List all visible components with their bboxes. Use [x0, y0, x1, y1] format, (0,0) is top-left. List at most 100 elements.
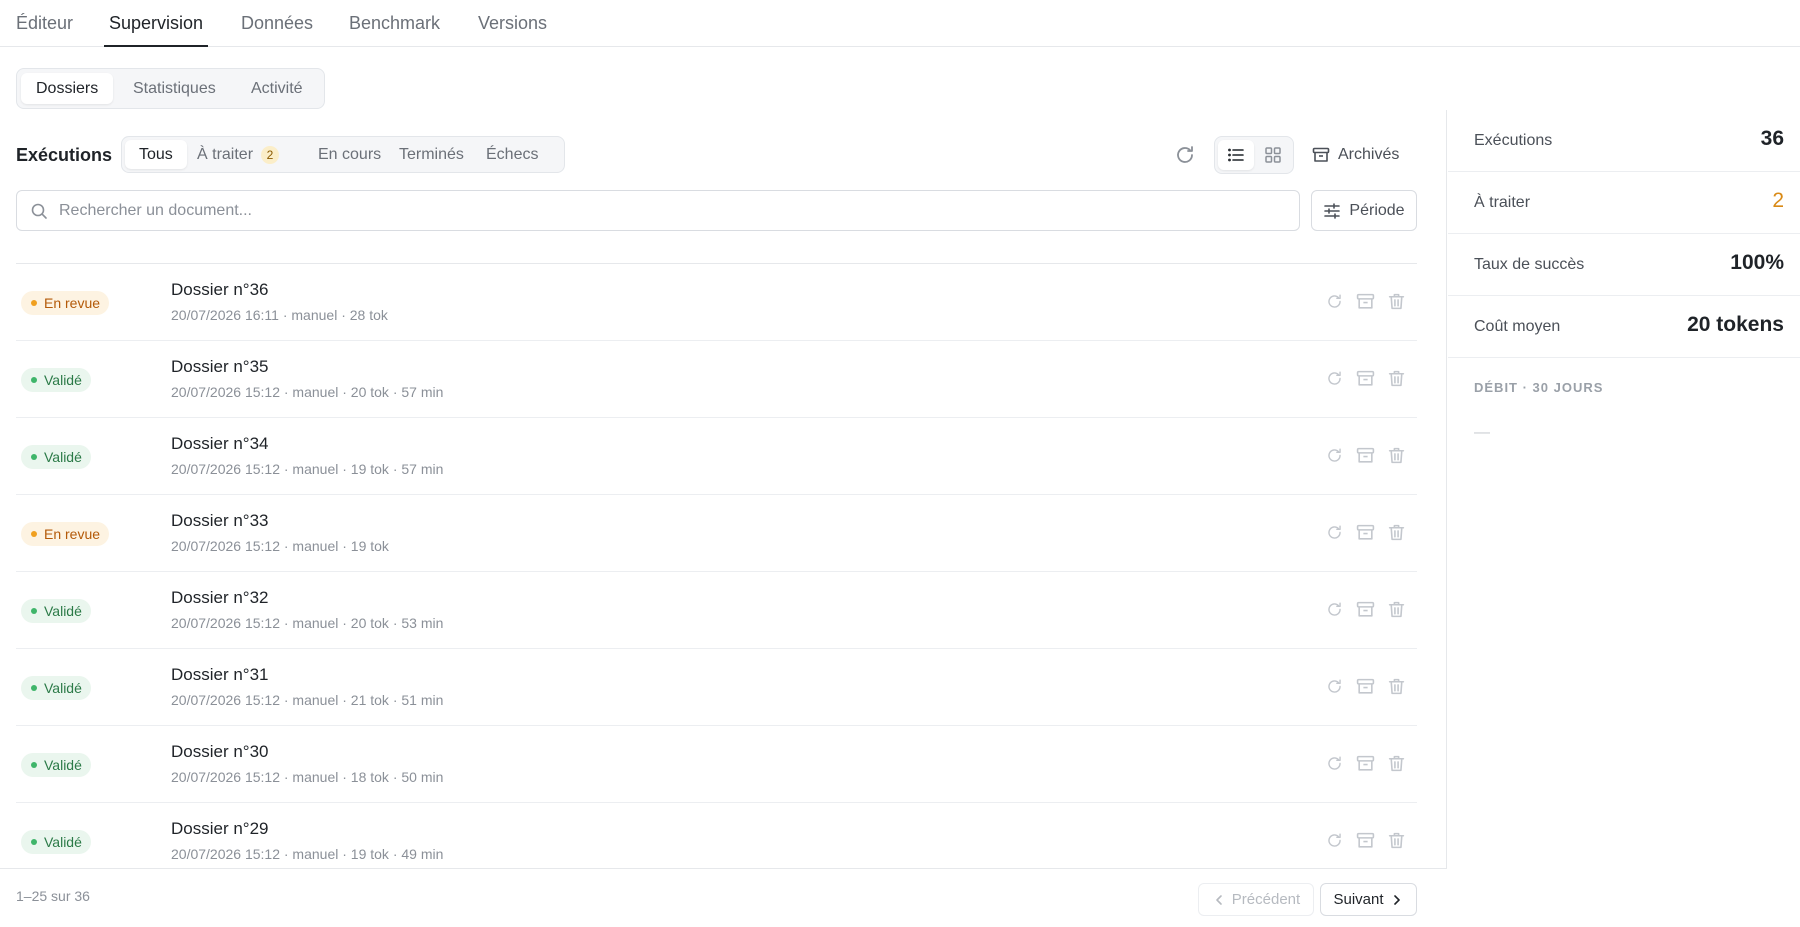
chevron-right-icon: [1393, 894, 1400, 905]
archive-button[interactable]: [1356, 292, 1375, 311]
retry-button[interactable]: [1325, 523, 1344, 542]
retry-button[interactable]: [1325, 831, 1344, 850]
subtab-statistiques[interactable]: Statistiques: [118, 73, 231, 104]
subtab-activite[interactable]: Activité: [236, 73, 318, 104]
table-row[interactable]: En revue Dossier n°36 20/07/2026 16:11 · m…: [16, 264, 1417, 341]
row-actions: [1325, 754, 1406, 773]
trash-icon: [1388, 293, 1405, 310]
table-row[interactable]: Validé Dossier n°34 20/07/2026 15:12 · man…: [16, 418, 1417, 495]
executions-list: En revue Dossier n°36 20/07/2026 16:11 · m…: [16, 263, 1417, 880]
retry-button[interactable]: [1325, 754, 1344, 773]
table-row[interactable]: Validé Dossier n°32 20/07/2026 15:12 · man…: [16, 572, 1417, 649]
retry-icon: [1328, 448, 1341, 462]
tab-donnees[interactable]: Données: [241, 0, 313, 47]
tab-benchmark[interactable]: Benchmark: [349, 0, 440, 47]
retry-icon: [1328, 679, 1341, 693]
row-title: Dossier n°31: [171, 665, 269, 684]
table-row[interactable]: En revue Dossier n°33 20/07/2026 15:12 · m…: [16, 495, 1417, 572]
retry-button[interactable]: [1325, 292, 1344, 311]
archive-icon: [1312, 147, 1330, 162]
archive-icon: [1356, 524, 1375, 540]
filter-echecs[interactable]: Échecs: [472, 140, 552, 169]
archive-button[interactable]: [1356, 754, 1375, 773]
trash-icon: [1388, 370, 1405, 387]
sliders-icon: [1324, 202, 1341, 219]
previous-label: Précédent: [1231, 891, 1301, 908]
filter-en-cours[interactable]: En cours: [304, 140, 395, 169]
retry-button[interactable]: [1325, 600, 1344, 619]
trash-icon: [1388, 678, 1405, 695]
delete-button[interactable]: [1387, 292, 1406, 311]
stat-value: 100%: [1730, 251, 1784, 274]
row-meta: 20/07/2026 15:12 · manuel · 19 tok · 49 …: [171, 846, 444, 862]
delete-button[interactable]: [1387, 600, 1406, 619]
filter-a-traiter[interactable]: À traiter 2: [183, 140, 293, 169]
previous-page-button[interactable]: Précédent: [1198, 883, 1314, 916]
table-row[interactable]: Validé Dossier n°35 20/07/2026 15:12 · man…: [16, 341, 1417, 418]
list-view-button[interactable]: [1218, 140, 1254, 170]
tab-versions[interactable]: Versions: [478, 0, 547, 47]
refresh-button[interactable]: [1173, 143, 1197, 167]
archive-button[interactable]: [1356, 677, 1375, 696]
row-actions: [1325, 677, 1406, 696]
grid-view-button[interactable]: [1255, 140, 1291, 170]
period-button[interactable]: Période: [1311, 190, 1417, 231]
delete-button[interactable]: [1387, 754, 1406, 773]
filter-termines[interactable]: Terminés: [385, 140, 478, 169]
archive-icon: [1356, 370, 1375, 386]
stat-label: Exécutions: [1474, 132, 1553, 149]
archive-button[interactable]: [1356, 369, 1375, 388]
search-box: [16, 190, 1300, 231]
table-row[interactable]: Validé Dossier n°30 20/07/2026 15:12 · man…: [16, 726, 1417, 803]
subtab-dossiers[interactable]: Dossiers: [21, 73, 114, 104]
row-meta: 20/07/2026 15:12 · manuel · 20 tok · 57 …: [171, 384, 444, 400]
archive-button[interactable]: [1356, 446, 1375, 465]
row-title: Dossier n°33: [171, 511, 269, 530]
tab-supervision[interactable]: Supervision: [103, 0, 209, 47]
executions-panel: Exécutions Tous À traiter 2 En cours Term…: [0, 110, 1447, 927]
grid-icon: [1265, 147, 1281, 163]
pagination-info: 1–25 sur 36: [16, 888, 90, 904]
status-badge: Validé: [21, 753, 91, 777]
retry-button[interactable]: [1325, 446, 1344, 465]
row-actions: [1325, 446, 1406, 465]
next-page-button[interactable]: Suivant: [1320, 883, 1417, 916]
archive-icon: [1356, 601, 1375, 617]
delete-button[interactable]: [1387, 677, 1406, 696]
retry-icon: [1328, 833, 1341, 847]
retry-icon: [1328, 525, 1341, 539]
period-label: Période: [1349, 201, 1405, 219]
row-title: Dossier n°35: [171, 357, 269, 376]
row-actions: [1325, 523, 1406, 542]
debit-empty-value: —: [1474, 424, 1490, 441]
tab-editeur[interactable]: Éditeur: [16, 0, 73, 47]
table-row[interactable]: Validé Dossier n°31 20/07/2026 15:12 · man…: [16, 649, 1417, 726]
search-icon: [31, 203, 47, 219]
delete-button[interactable]: [1387, 831, 1406, 850]
archive-icon: [1356, 293, 1375, 309]
delete-button[interactable]: [1387, 369, 1406, 388]
trash-icon: [1388, 447, 1405, 464]
row-title: Dossier n°30: [171, 742, 269, 761]
stat-a-traiter: À traiter 2: [1448, 172, 1800, 234]
row-meta: 20/07/2026 15:12 · manuel · 21 tok · 51 …: [171, 692, 444, 708]
retry-button[interactable]: [1325, 369, 1344, 388]
debit-title: DÉBIT · 30 JOURS: [1474, 380, 1604, 395]
stat-taux-succes: Taux de succès 100%: [1448, 234, 1800, 296]
delete-button[interactable]: [1387, 446, 1406, 465]
row-actions: [1325, 369, 1406, 388]
archived-button[interactable]: Archivés: [1312, 136, 1399, 174]
executions-title: Exécutions: [16, 145, 113, 165]
archive-button[interactable]: [1356, 523, 1375, 542]
status-badge: Validé: [21, 676, 91, 700]
archive-button[interactable]: [1356, 600, 1375, 619]
stat-label: Taux de succès: [1474, 256, 1585, 273]
filter-tous[interactable]: Tous: [125, 140, 187, 169]
retry-icon: [1328, 602, 1341, 616]
stat-label: À traiter: [1474, 194, 1531, 211]
stat-value: 36: [1760, 127, 1784, 150]
search-input[interactable]: [59, 191, 1289, 230]
archive-button[interactable]: [1356, 831, 1375, 850]
delete-button[interactable]: [1387, 523, 1406, 542]
retry-button[interactable]: [1325, 677, 1344, 696]
